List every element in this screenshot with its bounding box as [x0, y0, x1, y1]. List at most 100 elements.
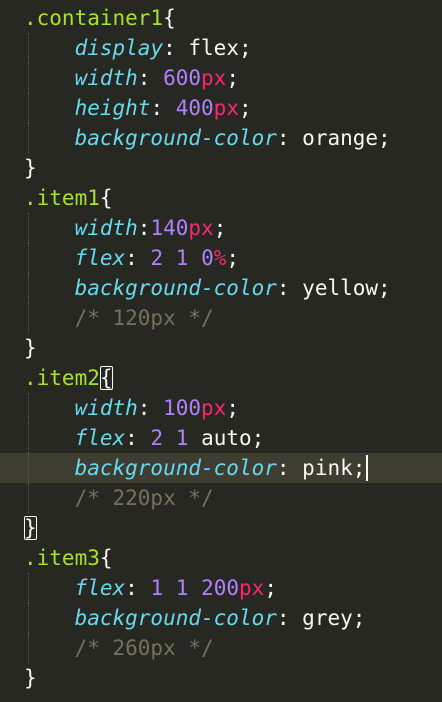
code-editor[interactable]: .container1{ display: flex; width: 600px…: [0, 0, 442, 702]
code-line[interactable]: }: [0, 513, 442, 543]
number-literal: 1: [175, 246, 189, 270]
unit-keyword: px: [201, 66, 227, 90]
punctuation: {: [99, 186, 113, 210]
number-literal: 100: [163, 396, 202, 420]
css-property: background-color: [74, 276, 277, 300]
matched-bracket: {: [99, 366, 113, 390]
code-line[interactable]: background-color: yellow;: [0, 273, 442, 303]
punctuation: :: [137, 396, 164, 420]
code-line[interactable]: height: 400px;: [0, 93, 442, 123]
indent-guide: [28, 273, 29, 303]
value-keyword: orange: [302, 126, 379, 150]
punctuation: ;: [226, 246, 240, 270]
value-keyword: auto: [201, 426, 252, 450]
css-property: flex: [74, 246, 126, 270]
punctuation: :: [163, 36, 189, 60]
indent-guide: [28, 423, 29, 453]
punctuation: :: [276, 606, 303, 630]
text-cursor: [366, 455, 369, 481]
code-line[interactable]: /* 220px */: [0, 483, 442, 513]
punctuation: }: [24, 666, 37, 690]
code-line[interactable]: .item1{: [0, 183, 442, 213]
punctuation: ;: [238, 96, 252, 120]
number-literal: 0: [201, 246, 214, 270]
code-comment: /* 220px */: [74, 486, 214, 510]
punctuation: }: [24, 336, 37, 360]
css-selector: .container1: [24, 6, 164, 30]
code-line[interactable]: .container1{: [0, 3, 442, 33]
indent-guide: [28, 453, 29, 483]
unit-keyword: %: [213, 246, 227, 270]
punctuation: [188, 426, 201, 450]
indent-guide: [28, 603, 29, 633]
punctuation: [188, 576, 201, 600]
code-line[interactable]: width:140px;: [0, 213, 442, 243]
unit-keyword: px: [239, 576, 265, 600]
number-literal: 2: [150, 426, 164, 450]
number-literal: 400: [175, 96, 214, 120]
indent-guide: [28, 573, 29, 603]
css-selector: .item2: [24, 366, 100, 390]
active-code-line[interactable]: background-color: pink;: [0, 453, 442, 483]
css-selector: .item1: [24, 186, 100, 210]
matched-bracket: }: [24, 516, 37, 540]
code-line[interactable]: /* 120px */: [0, 303, 442, 333]
code-line[interactable]: background-color: grey;: [0, 603, 442, 633]
unit-keyword: px: [201, 396, 227, 420]
punctuation: [163, 246, 176, 270]
indent-guide: [28, 303, 29, 333]
code-line[interactable]: width: 100px;: [0, 393, 442, 423]
code-line[interactable]: .item3{: [0, 543, 442, 573]
punctuation: :: [137, 66, 164, 90]
number-literal: 200: [201, 576, 240, 600]
number-literal: 1: [175, 426, 189, 450]
code-line[interactable]: flex: 2 1 0%;: [0, 243, 442, 273]
punctuation: ;: [378, 276, 391, 300]
code-line[interactable]: /* 260px */: [0, 633, 442, 663]
value-keyword: yellow: [302, 276, 379, 300]
indent-guide: [28, 123, 29, 153]
code-line[interactable]: flex: 1 1 200px;: [0, 573, 442, 603]
punctuation: [188, 246, 201, 270]
number-literal: 140: [150, 216, 189, 240]
indent-guide: [28, 243, 29, 273]
code-line[interactable]: }: [0, 663, 442, 693]
code-line[interactable]: width: 600px;: [0, 63, 442, 93]
code-line[interactable]: display: flex;: [0, 33, 442, 63]
punctuation: :: [150, 96, 176, 120]
css-property: height: [74, 96, 151, 120]
unit-keyword: px: [213, 96, 239, 120]
code-comment: /* 120px */: [74, 306, 214, 330]
punctuation: [163, 426, 176, 450]
punctuation: ;: [226, 396, 239, 420]
value-keyword: grey: [302, 606, 353, 630]
code-line[interactable]: }: [0, 333, 442, 363]
punctuation: ;: [213, 216, 227, 240]
value-keyword: pink: [302, 456, 353, 480]
code-line[interactable]: .item2{: [0, 363, 442, 393]
number-literal: 600: [163, 66, 202, 90]
value-keyword: flex: [188, 36, 239, 60]
punctuation: :: [276, 126, 303, 150]
punctuation: :: [125, 426, 151, 450]
indent-guide: [28, 213, 29, 243]
css-selector: .item3: [24, 546, 100, 570]
code-line[interactable]: background-color: orange;: [0, 123, 442, 153]
number-literal: 1: [150, 576, 164, 600]
number-literal: 1: [175, 576, 189, 600]
code-line[interactable]: }: [0, 153, 442, 183]
code-line[interactable]: flex: 2 1 auto;: [0, 423, 442, 453]
punctuation: [163, 576, 176, 600]
punctuation: ;: [352, 606, 366, 630]
punctuation: ;: [352, 456, 366, 480]
